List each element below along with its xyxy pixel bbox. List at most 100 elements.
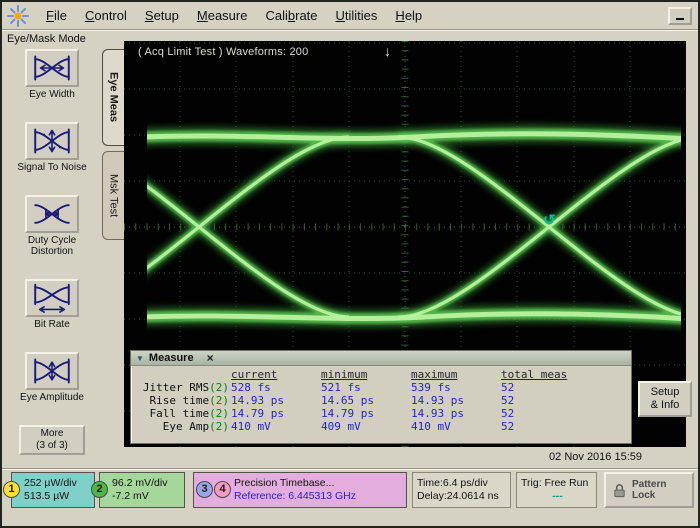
channel1-offset: 513.5 µW [24,490,92,503]
channel1-status-box[interactable]: 1 252 µW/div 513.5 µW [11,472,95,508]
rotate-arrow-icon: ↺ [543,211,556,229]
menu-item-control[interactable]: Control [76,5,136,26]
eye-amplitude-button[interactable] [25,352,79,390]
measure-panel-title: Measure [149,352,194,364]
menu-item-setup[interactable]: Setup [136,5,188,26]
cell-value: 52 [501,420,611,433]
duty-cycle-distortion-button[interactable] [25,195,79,233]
timebase-reference: Reference: 6.445313 GHz [234,490,404,503]
time-status-box[interactable]: Time:6.4 ps/div Delay:24.0614 ns [412,472,511,508]
channel1-scale: 252 µW/div [24,477,92,490]
pattern-lock-button[interactable]: Pattern Lock [604,472,694,508]
menu-item-utilities[interactable]: Utilities [327,5,387,26]
col-header-minimum: minimum [321,368,411,381]
time-delay: Delay:24.0614 ns [417,490,508,503]
cell-value: 528 fs [231,381,321,394]
cell-value: 52 [501,407,611,420]
channel4-badge: 4 [214,481,231,498]
channel2-badge: 2 [91,481,108,498]
measure-table: current minimum maximum total meas Jitte… [131,366,631,433]
col-header-total-meas: total meas [501,368,611,381]
channel2-scale: 96.2 mV/div [112,477,182,490]
cell-value: 14.79 ps [321,407,411,420]
signal-to-noise-button[interactable] [25,122,79,160]
tool-label: Duty Cycle Distortion [15,235,89,257]
tool-duty-cycle-distortion: Duty Cycle Distortion [15,195,89,257]
measure-toolbar: Eye Width Signal To Noise [2,47,102,455]
tool-bit-rate: Bit Rate [25,279,79,330]
more-button[interactable]: More (3 of 3) [19,425,85,455]
cell-value: 410 mV [411,420,501,433]
channel2-status-box[interactable]: 2 96.2 mV/div -7.2 mV [99,472,185,508]
eye-width-icon [29,53,75,83]
cell-value: 52 [501,381,611,394]
bit-rate-button[interactable] [25,279,79,317]
menu-item-help[interactable]: Help [386,5,431,26]
setup-info-button[interactable]: Setup & Info [638,381,692,417]
bit-rate-icon [29,283,75,313]
close-icon[interactable]: × [207,351,214,365]
duty-cycle-distortion-icon [29,199,75,229]
menu-bar: File Control Setup Measure Calibrate Uti… [2,2,698,29]
row-label: Fall time(2) [135,407,231,420]
time-scale: Time:6.4 ps/div [417,477,508,490]
tool-label: Bit Rate [34,319,70,330]
app-logo-icon [7,5,29,27]
app-window: File Control Setup Measure Calibrate Uti… [0,0,700,528]
scope-display: ( Acq Limit Test ) Waveforms: 200 ↓ ↺ ▼ … [124,41,686,447]
row-label: Jitter RMS(2) [135,381,231,394]
cell-value: 14.93 ps [411,394,501,407]
tab-msk-test[interactable]: Msk Test [102,151,124,240]
col-header-current: current [231,368,321,381]
menu-item-file[interactable]: File [37,5,76,26]
trigger-marker-icon: ↓ [384,43,391,59]
tool-eye-width: Eye Width [25,49,79,100]
eye-width-button[interactable] [25,49,79,87]
datetime-display: 02 Nov 2016 15:59 [549,451,642,463]
tool-label: Signal To Noise [17,162,86,173]
menu-separator [2,29,698,31]
minimize-button[interactable] [668,7,692,25]
acq-limit-text: ( Acq Limit Test ) Waveforms: 200 [138,46,308,58]
timebase-label: Precision Timebase... [234,477,404,490]
eye-amplitude-icon [29,356,75,386]
row-label: Eye Amp(2) [135,420,231,433]
cell-value: 539 fs [411,381,501,394]
tool-label: Eye Amplitude [20,392,84,403]
collapse-icon[interactable]: ▼ [136,354,144,363]
tab-eye-meas[interactable]: Eye Meas [102,49,124,146]
menu-item-measure[interactable]: Measure [188,5,257,26]
trigger-status-box[interactable]: Trig: Free Run --- [516,472,597,508]
mode-label: Eye/Mask Mode [7,33,86,45]
signal-to-noise-icon [29,126,75,156]
cell-value: 14.93 ps [411,407,501,420]
channel-badge: (2) [209,381,229,394]
statusbar-separator [2,468,698,470]
channel1-badge: 1 [3,481,20,498]
cell-value: 14.93 ps [231,394,321,407]
channel3-badge: 3 [196,481,213,498]
tool-eye-amplitude: Eye Amplitude [20,352,84,403]
trigger-value: --- [521,490,594,503]
channel-badge: (2) [209,407,229,420]
cell-value: 521 fs [321,381,411,394]
cell-value: 14.65 ps [321,394,411,407]
cell-value: 52 [501,394,611,407]
tool-label: Eye Width [29,89,75,100]
lock-icon [612,483,627,498]
col-header-maximum: maximum [411,368,501,381]
row-label: Rise time(2) [135,394,231,407]
cell-value: 410 mV [231,420,321,433]
channel-badge: (2) [209,394,229,407]
trigger-mode: Trig: Free Run [521,477,594,490]
menu-item-calibrate[interactable]: Calibrate [256,5,326,26]
channel2-offset: -7.2 mV [112,490,182,503]
minimize-icon [676,18,684,20]
measure-panel: ▼ Measure × current minimum maximum tota… [130,350,632,444]
cell-value: 409 mV [321,420,411,433]
measure-panel-titlebar[interactable]: ▼ Measure × [131,351,631,366]
precision-timebase-box[interactable]: 3 4 Precision Timebase... Reference: 6.4… [193,472,407,508]
tool-signal-to-noise: Signal To Noise [17,122,86,173]
cell-value: 14.79 ps [231,407,321,420]
channel-badge: (2) [209,420,229,433]
